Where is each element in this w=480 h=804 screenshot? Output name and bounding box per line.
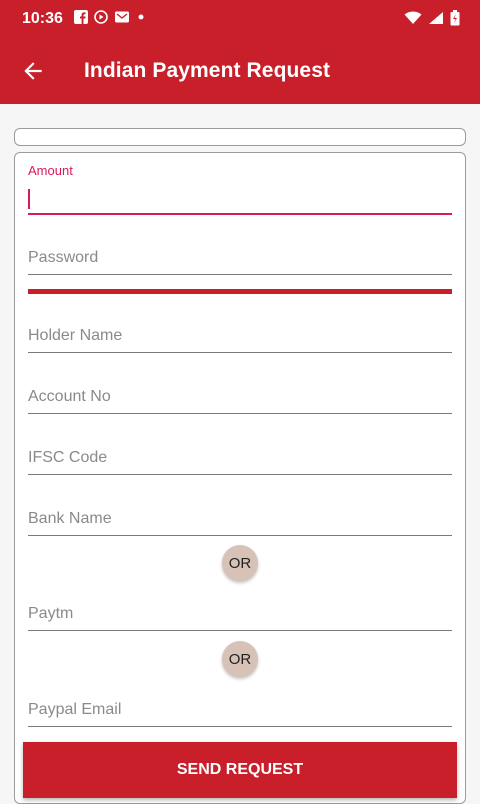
text-cursor [28, 189, 30, 209]
battery-icon [450, 10, 460, 31]
paypal-email-underline [28, 726, 452, 727]
dot-icon [134, 10, 148, 24]
app-bar: Indian Payment Request [0, 38, 480, 104]
facebook-icon [74, 10, 88, 24]
account-no-placeholder: Account No [28, 388, 111, 405]
password-strength-bar [28, 289, 452, 294]
signal-icon [428, 11, 444, 30]
back-button[interactable] [20, 58, 46, 84]
holder-name-placeholder: Holder Name [28, 327, 123, 344]
page-title: Indian Payment Request [84, 59, 331, 82]
account-no-underline [28, 413, 452, 414]
ifsc-code-underline [28, 474, 452, 475]
wifi-icon [404, 11, 422, 30]
notification-icons [74, 10, 148, 24]
holder-name-field[interactable]: Holder Name [28, 322, 452, 353]
password-field[interactable]: Password [28, 244, 452, 275]
account-no-field[interactable]: Account No [28, 383, 452, 414]
bank-name-underline [28, 535, 452, 536]
password-placeholder: Password [28, 249, 99, 266]
status-time: 10:36 [22, 10, 63, 27]
amount-underline [28, 213, 452, 215]
arrow-back-icon [24, 62, 42, 80]
media-icon [94, 10, 108, 24]
or-divider-badge-2: OR [222, 641, 258, 677]
password-underline [28, 274, 452, 275]
mail-icon [114, 10, 129, 24]
send-request-button[interactable]: SEND REQUEST [23, 742, 457, 798]
bank-name-field[interactable]: Bank Name [28, 505, 452, 536]
status-bar: 10:36 [0, 0, 480, 38]
ifsc-code-field[interactable]: IFSC Code [28, 444, 452, 475]
paypal-email-placeholder: Paypal Email [28, 701, 122, 718]
paytm-placeholder: Paytm [28, 605, 74, 622]
system-icons [404, 10, 460, 31]
holder-name-underline [28, 352, 452, 353]
ifsc-code-placeholder: IFSC Code [28, 449, 108, 466]
or-divider-badge: OR [222, 545, 258, 581]
paytm-underline [28, 630, 452, 631]
top-card-strip [14, 128, 466, 146]
amount-field[interactable] [28, 180, 452, 215]
paytm-field[interactable]: Paytm [28, 600, 452, 631]
paypal-email-field[interactable]: Paypal Email [28, 696, 452, 727]
bank-name-placeholder: Bank Name [28, 510, 112, 527]
amount-label: Amount [28, 163, 73, 178]
